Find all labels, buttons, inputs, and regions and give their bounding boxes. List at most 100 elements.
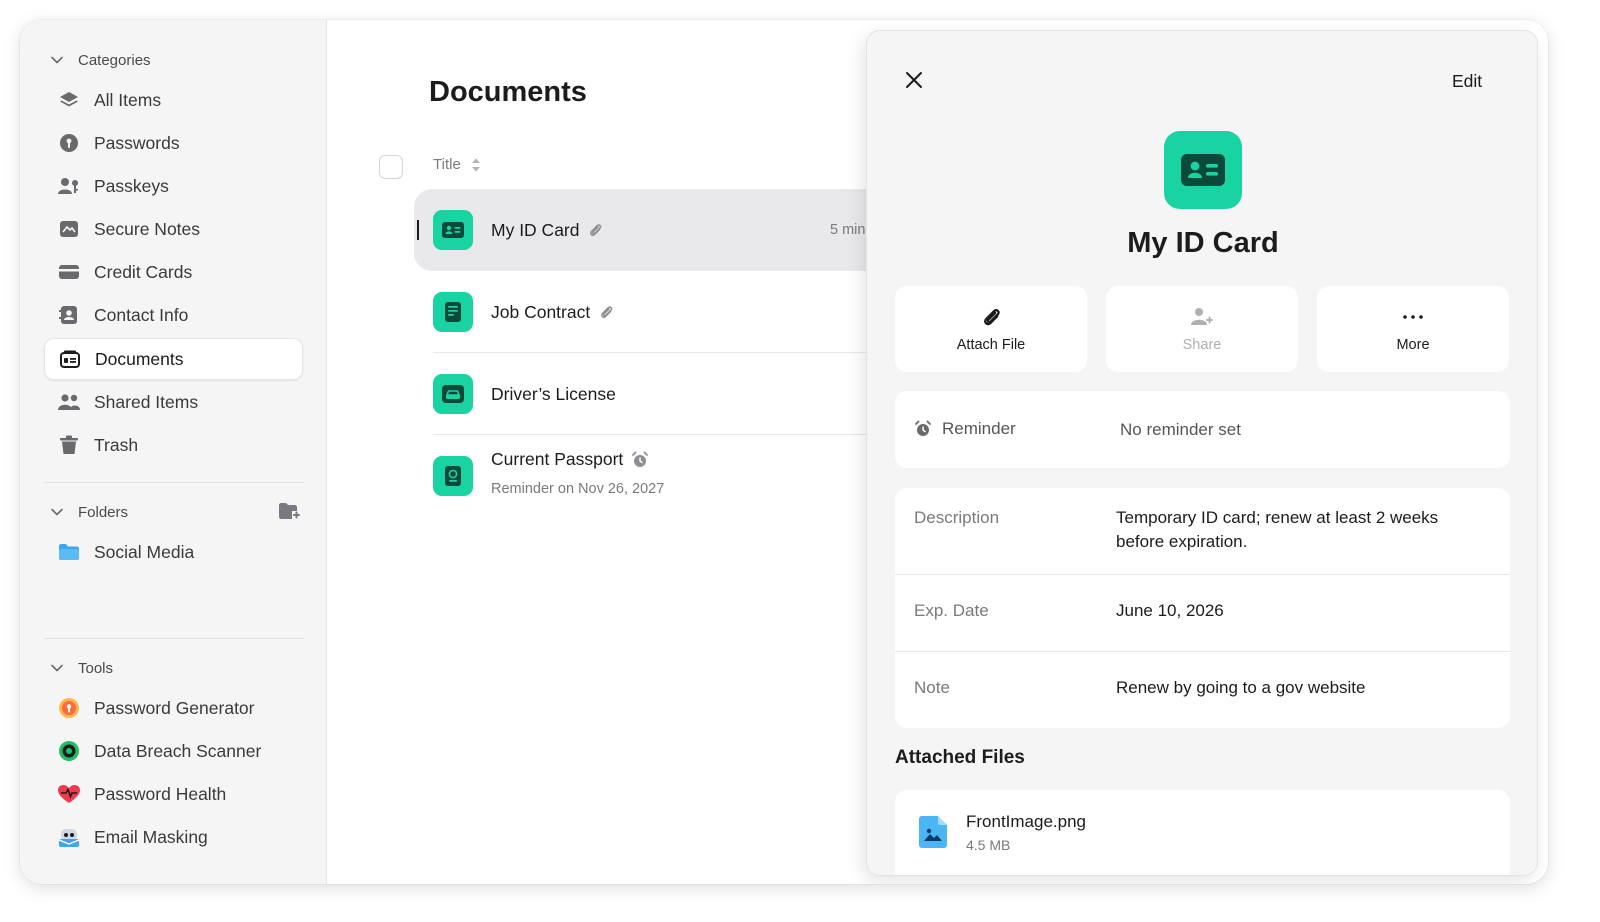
categories-header[interactable]: Categories [50,50,151,70]
close-icon[interactable] [903,69,925,91]
heart-icon [58,783,80,805]
document-icon [59,348,81,370]
sidebar-item-shared-items[interactable]: Shared Items [44,381,303,423]
item-subtitle: Reminder on Nov 26, 2027 [491,481,665,497]
attached-file-item[interactable]: FrontImage.png 4.5 MB [895,790,1510,875]
chevron-down-icon [50,53,64,67]
edit-button[interactable]: Edit [1452,71,1482,92]
item-title-text: Job Contract [491,301,591,322]
field-key: Description [914,508,1000,527]
sidebar-item-label: Documents [95,348,184,369]
chevron-down-icon [50,661,64,675]
fields-card: Description Temporary ID card; renew at … [895,488,1510,728]
item-title: Driver’s License [491,384,616,405]
reminder-key: Reminder [914,419,1016,439]
sidebar-item-trash[interactable]: Trash [44,424,303,466]
sidebar-item-data-breach-scanner[interactable]: Data Breach Scanner [44,730,303,772]
field-row-exp-date[interactable]: Exp. Date June 10, 2026 [895,575,1510,651]
sidebar-divider [44,482,304,483]
sidebar-item-label: Email Masking [94,826,208,847]
text-cursor [417,220,419,240]
chevron-down-icon [50,505,64,519]
sidebar-item-secure-notes[interactable]: Secure Notes [44,208,303,250]
sidebar-item-label: Contact Info [94,304,189,325]
field-value: Renew by going to a gov website [1116,678,1366,697]
share-user-icon [1191,305,1213,329]
attached-files-heading: Attached Files [895,747,1025,768]
tools-label: Tools [78,659,114,677]
file-name: FrontImage.png [966,812,1087,831]
sidebar-item-label: Password Health [94,783,227,804]
modified-time: 5 min [830,222,866,238]
app-window: Categories All Items Passwords Passkeys … [20,20,1548,884]
title-column-header[interactable]: Title [433,156,481,173]
sidebar-item-label: Secure Notes [94,218,201,239]
sidebar-item-credit-cards[interactable]: Credit Cards [44,251,303,293]
folder-icon [58,541,80,563]
action-label: Attach File [956,337,1026,353]
detail-panel: Edit My ID Card Attach File Share More R… [866,30,1538,876]
page-title: Documents [429,76,587,108]
credit-card-icon [58,261,80,283]
id-card-icon [1164,131,1242,209]
sidebar-item-label: Passkeys [94,175,169,196]
action-label: Share [1182,337,1222,353]
reminder-card[interactable]: Reminder No reminder set [895,391,1510,468]
item-title-text: Driver’s License [491,383,616,404]
layers-icon [58,89,80,111]
passport-icon [433,456,473,496]
more-button[interactable]: More [1317,286,1509,372]
item-title: My ID Card [491,220,603,241]
add-folder-icon[interactable] [278,502,300,522]
sidebar-item-documents[interactable]: Documents [44,338,303,380]
sidebar-item-email-masking[interactable]: Email Masking [44,816,303,858]
sidebar-item-password-generator[interactable]: Password Generator [44,687,303,729]
sidebar-divider [44,638,304,639]
alarm-icon [631,451,649,469]
folders-header[interactable]: Folders [50,502,128,522]
alarm-icon [914,420,932,438]
file-size: 4.5 MB [966,837,1011,853]
field-row-note[interactable]: Note Renew by going to a gov website [895,652,1510,728]
paperclip-icon [587,222,603,238]
sidebar-item-label: Password Generator [94,697,255,718]
sidebar-item-passwords[interactable]: Passwords [44,122,303,164]
field-key: Note [914,678,950,697]
car-icon [433,374,473,414]
sidebar-item-label: Data Breach Scanner [94,740,262,761]
attach-file-button[interactable]: Attach File [895,286,1087,372]
sidebar-item-label: Passwords [94,132,180,153]
reminder-label: Reminder [942,419,1016,438]
select-all-checkbox[interactable] [379,155,403,179]
sidebar-item-contact-info[interactable]: Contact Info [44,294,303,336]
scanner-icon [58,740,80,762]
more-icon [1402,305,1424,329]
contact-icon [58,304,80,326]
sidebar-item-passkeys[interactable]: Passkeys [44,165,303,207]
id-card-icon [433,210,473,250]
action-label: More [1396,337,1430,353]
paperclip-icon [980,305,1002,329]
sidebar-item-all-items[interactable]: All Items [44,79,303,121]
field-key: Exp. Date [914,601,989,620]
item-title: Job Contract [491,302,614,323]
field-value: June 10, 2026 [1116,601,1224,620]
contract-icon [433,292,473,332]
sidebar-item-label: Credit Cards [94,261,193,282]
sidebar: Categories All Items Passwords Passkeys … [20,20,327,884]
sidebar-item-label: Social Media [94,541,195,562]
share-button[interactable]: Share [1106,286,1298,372]
sidebar-item-social-media[interactable]: Social Media [44,531,303,573]
folders-label: Folders [78,503,129,521]
field-row-description[interactable]: Description Temporary ID card; renew at … [895,488,1510,574]
sidebar-item-label: Trash [94,434,139,455]
sort-icon [471,157,481,173]
column-title-label: Title [433,156,461,173]
item-title-text: Current Passport [491,449,624,469]
sidebar-item-password-health[interactable]: Password Health [44,773,303,815]
generator-icon [58,697,80,719]
sidebar-item-label: All Items [94,89,162,110]
people-icon [58,391,80,413]
tools-header[interactable]: Tools [50,658,113,678]
field-value: Temporary ID card; renew at least 2 week… [1116,508,1439,551]
